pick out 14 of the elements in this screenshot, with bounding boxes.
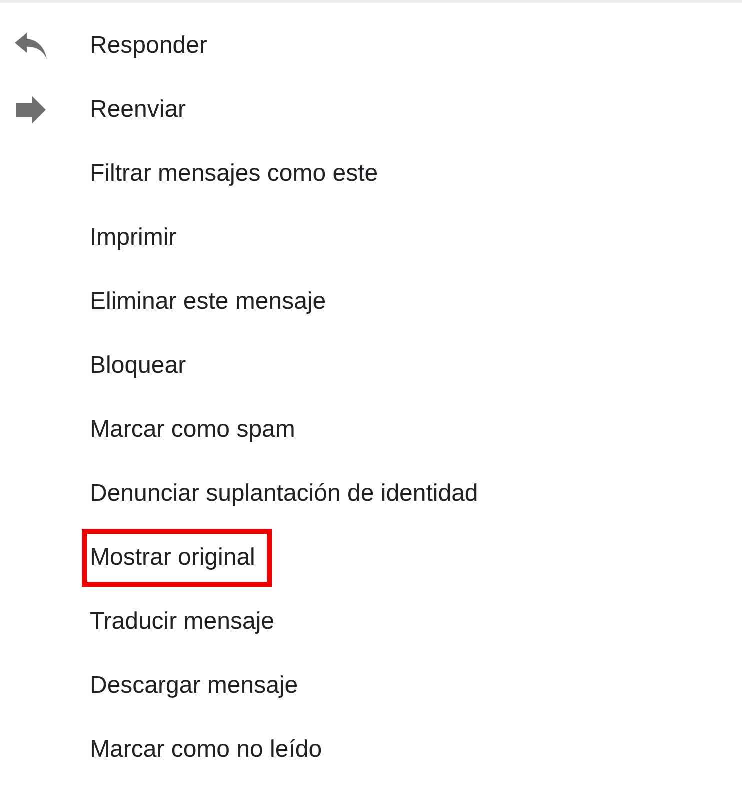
- menu-item[interactable]: Denunciar suplantación de identidad: [82, 465, 496, 523]
- menu-item[interactable]: Bloquear: [82, 337, 204, 395]
- menu-item[interactable]: Eliminar este mensaje: [82, 273, 344, 331]
- menu-item[interactable]: Responder: [82, 17, 224, 75]
- menu-item[interactable]: Imprimir: [82, 209, 194, 267]
- forward-icon: [16, 96, 46, 124]
- menu-item[interactable]: Mostrar original: [82, 529, 272, 587]
- reply-icon: [14, 33, 46, 59]
- menu-item[interactable]: Reenviar: [82, 81, 204, 139]
- menu-item[interactable]: Filtrar mensajes como este: [82, 145, 396, 203]
- menu-item[interactable]: Descargar mensaje: [82, 657, 316, 715]
- menu-item[interactable]: Marcar como spam: [82, 401, 312, 459]
- menu-item[interactable]: Traducir mensaje: [82, 593, 292, 651]
- menu-item[interactable]: Marcar como no leído: [82, 721, 340, 779]
